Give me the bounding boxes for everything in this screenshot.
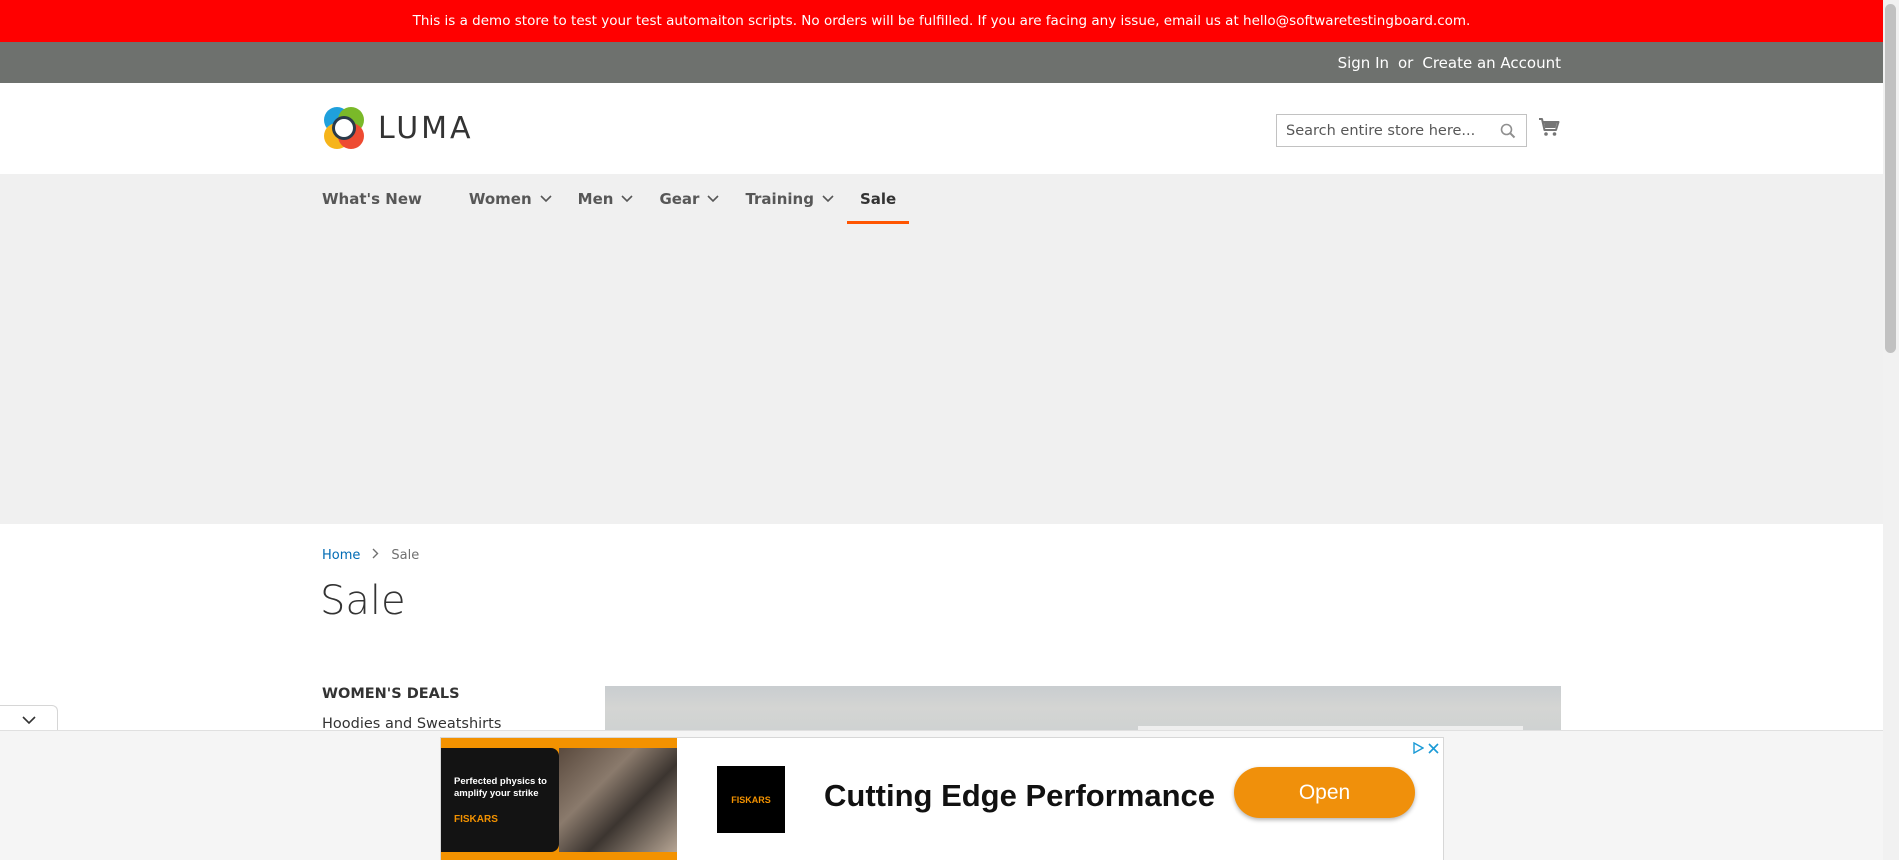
ad-logo-text: FISKARS (731, 794, 771, 805)
nav-item-whats-new[interactable]: What's New (322, 174, 456, 224)
scrollbar-thumb[interactable] (1885, 4, 1896, 353)
nav-item-label: Sale (859, 190, 897, 208)
logo-text: LUMA (378, 110, 474, 146)
page-scrollbar[interactable] (1883, 0, 1899, 860)
ad-choices (1413, 739, 1439, 758)
breadcrumb: Home Sale (322, 548, 419, 563)
demo-notice-banner: This is a demo store to test your test a… (0, 0, 1883, 42)
nav-menu: What's New Women Men Gear Training Sale (322, 174, 910, 224)
sidebar-heading-womens-deals: WOMEN'S DEALS (322, 686, 460, 702)
luma-logo-icon (324, 107, 364, 149)
anchor-ad-bar: Perfected physics to amplify your strike… (0, 730, 1883, 860)
adchoices-icon[interactable] (1413, 739, 1425, 758)
ad-image[interactable]: Perfected physics to amplify your strike… (441, 738, 677, 860)
ad-image-photo (559, 748, 677, 852)
links-separator: or (1398, 53, 1414, 72)
nav-item-label: Training (745, 190, 814, 208)
main-navigation: What's New Women Men Gear Training Sale (0, 174, 1883, 524)
search-box (1276, 114, 1527, 147)
chevron-down-icon (621, 195, 634, 203)
chevron-right-icon (372, 548, 379, 563)
store-logo[interactable]: LUMA (322, 105, 474, 151)
account-links: Sign In or Create an Account (1338, 42, 1561, 83)
sign-in-link[interactable]: Sign In (1338, 54, 1389, 72)
ad-image-panel (441, 748, 559, 852)
nav-item-label: Gear (659, 190, 700, 208)
page-title: Sale (320, 578, 406, 624)
ad-headline[interactable]: Cutting Edge Performance (824, 778, 1215, 814)
chevron-down-icon (822, 195, 834, 203)
chevron-down-icon (540, 195, 552, 203)
nav-item-label: What's New (322, 190, 422, 208)
ad-unit[interactable]: Perfected physics to amplify your strike… (440, 737, 1444, 860)
ad-image-tagline: Perfected physics to amplify your strike (454, 776, 547, 799)
search-icon[interactable] (1500, 123, 1516, 143)
chevron-down-icon (21, 710, 36, 729)
create-account-link[interactable]: Create an Account (1422, 54, 1561, 72)
nav-item-training[interactable]: Training (732, 174, 846, 224)
nav-item-label: Men (577, 190, 614, 208)
ad-collapse-toggle[interactable] (0, 705, 58, 732)
demo-notice-text: This is a demo store to test your test a… (412, 13, 1471, 29)
site-header: LUMA (0, 83, 1883, 174)
nav-item-men[interactable]: Men (565, 174, 647, 224)
chevron-down-icon (707, 195, 720, 203)
close-icon[interactable] (1428, 739, 1439, 758)
top-links-bar: Sign In or Create an Account (0, 42, 1883, 83)
breadcrumb-current: Sale (391, 548, 420, 563)
ad-brand-logo[interactable]: FISKARS (717, 766, 785, 833)
nav-item-gear[interactable]: Gear (646, 174, 732, 224)
breadcrumb-home-link[interactable]: Home (322, 548, 360, 563)
sale-hero-banner[interactable] (605, 686, 1561, 730)
ad-image-brand: FISKARS (454, 814, 498, 825)
nav-item-sale[interactable]: Sale (846, 174, 910, 224)
nav-item-label: Women (468, 190, 532, 208)
search-input[interactable] (1277, 115, 1487, 146)
nav-item-women[interactable]: Women (456, 174, 565, 224)
shopping-cart-icon[interactable] (1538, 117, 1560, 141)
ad-open-button[interactable]: Open (1234, 767, 1415, 818)
